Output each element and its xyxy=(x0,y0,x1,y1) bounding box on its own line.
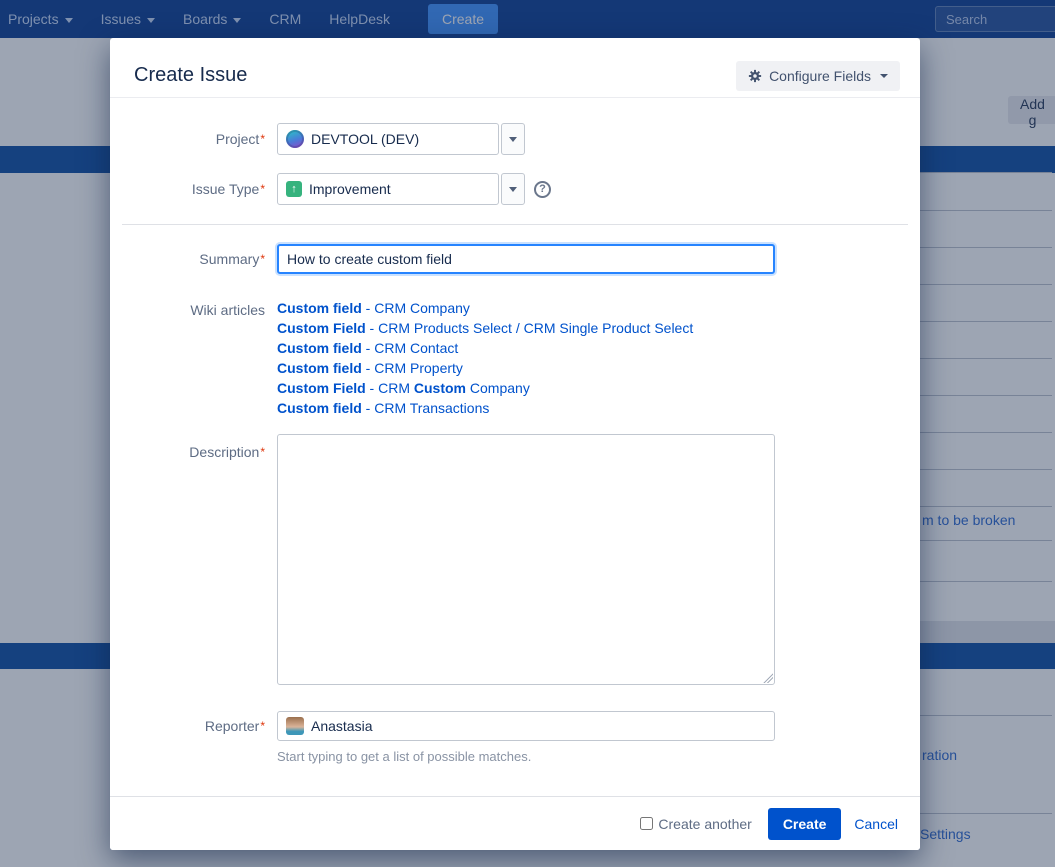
issue-type-select-text: Improvement xyxy=(309,181,391,197)
issue-type-label-text: Issue Type xyxy=(192,181,259,197)
chevron-down-icon xyxy=(509,137,517,142)
create-another-label: Create another xyxy=(658,816,751,832)
wiki-articles-label-text: Wiki articles xyxy=(190,302,265,318)
project-label-text: Project xyxy=(216,131,260,147)
project-avatar-icon xyxy=(286,130,304,148)
dialog-body: Project* DEVTOOL (DEV) Issue Type* xyxy=(110,99,920,796)
create-another-option[interactable]: Create another xyxy=(640,816,751,832)
screen: ProjectsIssuesBoardsCRMHelpDesk Create A… xyxy=(0,0,1055,867)
create-another-checkbox[interactable] xyxy=(640,817,653,830)
project-select-dropdown-button[interactable] xyxy=(501,123,525,155)
project-select[interactable]: DEVTOOL (DEV) xyxy=(277,123,525,155)
required-asterisk: * xyxy=(260,445,265,459)
reporter-input[interactable]: Anastasia xyxy=(277,711,775,741)
chevron-down-icon xyxy=(880,74,888,78)
project-field-row: Project* DEVTOOL (DEV) xyxy=(110,123,920,155)
required-asterisk: * xyxy=(260,132,265,146)
configure-fields-label: Configure Fields xyxy=(769,68,871,84)
reporter-label: Reporter* xyxy=(110,711,265,741)
description-label: Description* xyxy=(110,434,265,685)
description-label-text: Description xyxy=(189,444,259,460)
dialog-header: Create Issue Configure Fields xyxy=(110,38,920,98)
gear-icon xyxy=(748,69,762,83)
resize-handle[interactable] xyxy=(762,672,773,683)
issue-type-select-value[interactable]: ↑ Improvement xyxy=(277,173,499,205)
description-field-row: Description* xyxy=(110,434,920,685)
required-asterisk: * xyxy=(260,182,265,196)
project-select-text: DEVTOOL (DEV) xyxy=(311,131,419,147)
reporter-hint: Start typing to get a list of possible m… xyxy=(277,749,920,764)
reporter-label-text: Reporter xyxy=(205,718,259,734)
cancel-link[interactable]: Cancel xyxy=(854,816,898,832)
reporter-value: Anastasia xyxy=(311,718,372,734)
wiki-article-link[interactable]: Custom field - CRM Transactions xyxy=(277,398,693,418)
wiki-articles-label: Wiki articles xyxy=(110,298,265,418)
summary-field-row: Summary* xyxy=(110,244,920,274)
create-button[interactable]: Create xyxy=(768,808,842,840)
summary-label: Summary* xyxy=(110,244,265,274)
required-asterisk: * xyxy=(260,719,265,733)
project-label: Project* xyxy=(110,123,265,155)
issue-type-label: Issue Type* xyxy=(110,173,265,205)
issue-type-select[interactable]: ↑ Improvement xyxy=(277,173,525,205)
summary-input[interactable] xyxy=(277,244,775,274)
help-icon[interactable]: ? xyxy=(534,181,551,198)
wiki-articles-list: Custom field - CRM CompanyCustom Field -… xyxy=(277,298,693,418)
wiki-article-link[interactable]: Custom field - CRM Property xyxy=(277,358,693,378)
issue-type-select-dropdown-button[interactable] xyxy=(501,173,525,205)
description-textarea[interactable] xyxy=(277,434,775,685)
issue-type-field-row: Issue Type* ↑ Improvement ? xyxy=(110,173,920,205)
wiki-article-link[interactable]: Custom field - CRM Company xyxy=(277,298,693,318)
reporter-avatar xyxy=(286,717,304,735)
section-divider xyxy=(122,224,908,225)
wiki-article-link[interactable]: Custom field - CRM Contact xyxy=(277,338,693,358)
dialog-footer: Create another Create Cancel xyxy=(110,796,920,850)
chevron-down-icon xyxy=(509,187,517,192)
project-select-value[interactable]: DEVTOOL (DEV) xyxy=(277,123,499,155)
issue-type-control: ↑ Improvement ? xyxy=(277,173,551,205)
wiki-article-link[interactable]: Custom Field - CRM Custom Company xyxy=(277,378,693,398)
wiki-articles-row: Wiki articles Custom field - CRM Company… xyxy=(110,298,920,418)
required-asterisk: * xyxy=(260,252,265,266)
dialog-title: Create Issue xyxy=(134,64,247,87)
improvement-icon: ↑ xyxy=(286,181,302,197)
summary-label-text: Summary xyxy=(199,251,259,267)
reporter-field-row: Reporter* Anastasia xyxy=(110,711,920,741)
create-issue-dialog: Create Issue Configure Fields xyxy=(110,38,920,850)
configure-fields-button[interactable]: Configure Fields xyxy=(736,61,900,91)
wiki-article-link[interactable]: Custom Field - CRM Products Select / CRM… xyxy=(277,318,693,338)
